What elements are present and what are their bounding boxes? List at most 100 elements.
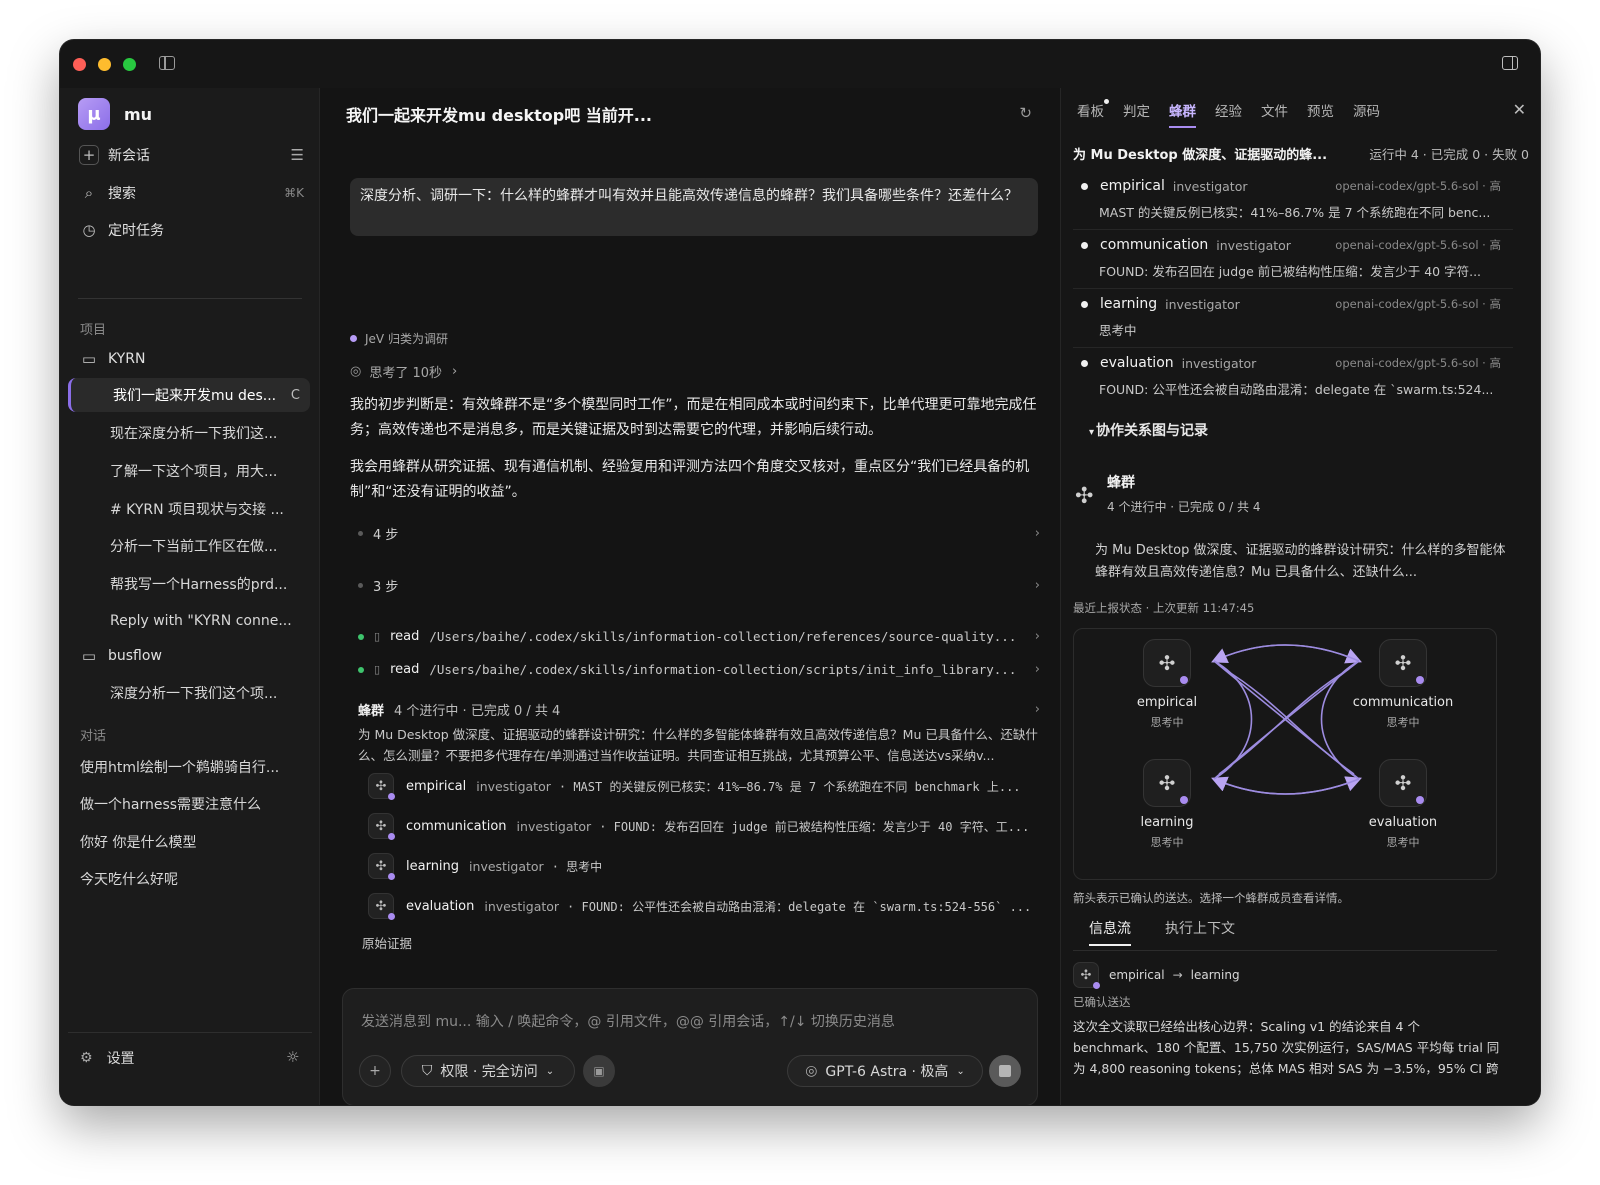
agent-message: · MAST 的关键反例已核实：41%–86.7% 是 7 个系统跑在不同 be… [558, 779, 1021, 794]
folder-icon: ▭ [81, 350, 97, 368]
theme-toggle-icon[interactable]: ☼ [286, 1048, 299, 1066]
node-name: evaluation [1368, 815, 1438, 830]
brain-icon: ◎ [805, 1063, 818, 1079]
brain-icon: ◎ [350, 364, 362, 379]
settings-button[interactable]: ⚙ 设置 [80, 1048, 135, 1068]
node-status: 思考中 [1150, 836, 1184, 849]
tab-verdict[interactable]: 判定 [1123, 100, 1150, 128]
tab-exec-context[interactable]: 执行上下文 [1165, 918, 1235, 946]
sidebar-toggle-icon[interactable] [159, 56, 175, 70]
graph-node-empirical[interactable]: ✣ empirical 思考中 [1112, 639, 1222, 730]
swarm-agent-row[interactable]: ✣ empirical investigator · MAST 的关键反例已核实… [368, 771, 1040, 801]
thread-item[interactable]: Reply with "KYRN conne... [110, 604, 310, 638]
tool-call-row[interactable]: ▯ read /Users/baihe/.codex/skills/inform… [358, 662, 1040, 677]
tab-board[interactable]: 看板 [1077, 99, 1109, 128]
graph-node-communication[interactable]: ✣ communication 思考中 [1348, 639, 1458, 730]
notification-dot [1104, 99, 1109, 104]
bee-icon: ✣ [368, 893, 395, 920]
message-input[interactable]: 发送消息到 mu... 输入 / 唤起命令，@ 引用文件，@@ 引用会话，↑/↓… [361, 1011, 895, 1031]
step-group[interactable]: 3 步 › [358, 576, 1040, 595]
chat-item[interactable]: 你好 你是什么模型 [80, 832, 310, 852]
tool-name: read [390, 662, 420, 677]
tab-swarm[interactable]: 蜂群 [1169, 100, 1196, 128]
new-chat-button[interactable]: + 新会话 ☰ [78, 140, 304, 170]
zoom-window-button[interactable] [123, 57, 136, 71]
plus-icon: + [78, 144, 100, 166]
agent-name: learning [406, 858, 460, 874]
tab-preview[interactable]: 预览 [1307, 100, 1334, 128]
stop-button[interactable] [989, 1055, 1021, 1087]
tab-experience[interactable]: 经验 [1215, 100, 1242, 128]
add-attachment-button[interactable]: + [359, 1055, 391, 1087]
tab-files[interactable]: 文件 [1261, 100, 1288, 128]
right-panel-toggle-icon[interactable] [1502, 56, 1518, 70]
project-kyrn[interactable]: ▭ KYRN [78, 344, 304, 374]
agent-card[interactable]: evaluation investigator openai-codex/gpt-5… [1073, 349, 1513, 407]
node-name: learning [1140, 815, 1194, 830]
minimize-window-button[interactable] [98, 57, 111, 71]
agent-card[interactable]: learning investigator openai-codex/gpt-5.6… [1073, 290, 1513, 348]
search-button[interactable]: ⌕ 搜索 ⌘K [78, 178, 304, 208]
swarm-label: 蜂群 [358, 704, 385, 719]
file-icon: ▯ [374, 630, 381, 643]
message-composer[interactable]: 发送消息到 mu... 输入 / 唤起命令，@ 引用文件，@@ 引用会话，↑/↓… [342, 988, 1038, 1105]
tab-info-flow[interactable]: 信息流 [1089, 918, 1131, 946]
close-icon[interactable]: ✕ [1513, 100, 1526, 119]
chat-item[interactable]: 今天吃什么好呢 [80, 869, 310, 889]
thread-title: Reply with "KYRN conne... [110, 613, 292, 629]
model-dropdown[interactable]: ◎ GPT-6 Astra · 极高 ⌄ [787, 1055, 983, 1087]
tool-name: read [390, 629, 420, 644]
refresh-icon[interactable]: ↻ [1019, 104, 1032, 122]
tool-call-row[interactable]: ▯ read /Users/baihe/.codex/skills/inform… [358, 629, 1040, 644]
thread-item[interactable]: 现在深度分析一下我们这... [110, 416, 310, 450]
chat-item[interactable]: 做一个harness需要注意什么 [80, 794, 310, 814]
agent-message: · 思考中 [551, 859, 603, 874]
swarm-summary-header[interactable]: 蜂群 4 个进行中 · 已完成 0 / 共 4 › [358, 700, 1040, 719]
file-icon[interactable]: ▣ [583, 1055, 615, 1087]
permission-dropdown[interactable]: ⛉ 权限 · 完全访问 ⌄ [401, 1055, 575, 1087]
user-message: 深度分析、调研一下：什么样的蜂群才叫有效并且能高效传递信息的蜂群？我们具备哪些条… [350, 178, 1038, 236]
tab-source[interactable]: 源码 [1353, 100, 1380, 128]
list-icon[interactable]: ☰ [291, 146, 304, 164]
thread-item[interactable]: # KYRN 项目现状与交接 ... [110, 492, 310, 526]
graph-node-evaluation[interactable]: ✣ evaluation 思考中 [1348, 759, 1458, 850]
conversation-pane: 我们一起来开发mu desktop吧 当前开... ↻ 深度分析、调研一下：什么… [320, 88, 1060, 1105]
chevron-down-icon: ⌄ [956, 1065, 965, 1077]
agent-card[interactable]: empirical investigator openai-codex/gpt-5.… [1073, 172, 1513, 230]
agent-card[interactable]: communication investigator openai-codex/gp… [1073, 231, 1513, 289]
thread-item[interactable]: 分析一下当前工作区在做... [110, 529, 310, 563]
thought-toggle[interactable]: ◎ 思考了 10秒 › [350, 362, 457, 381]
bee-icon: ✣ [368, 773, 395, 800]
thread-title: 了解一下这个项目，用大... [110, 464, 278, 480]
agent-role: investigator [1181, 355, 1257, 371]
search-shortcut: ⌘K [284, 186, 304, 200]
thread-item[interactable]: 帮我写一个Harness的prd... [110, 567, 310, 601]
flow-tabs: 信息流 执行上下文 [1089, 918, 1269, 946]
flow-entry[interactable]: ✣ empirical → learning [1073, 962, 1240, 989]
chevron-right-icon: › [1034, 526, 1040, 541]
new-chat-label: 新会话 [108, 148, 150, 164]
swarm-agent-row[interactable]: ✣ learning investigator · 思考中 [368, 851, 1040, 881]
swarm-agent-row[interactable]: ✣ communication investigator · FOUND: 发布… [368, 811, 1040, 841]
project-busflow[interactable]: ▭ busflow [78, 641, 304, 671]
flow-to: learning [1190, 968, 1240, 982]
thread-item[interactable]: 深度分析一下我们这个项... [110, 676, 310, 710]
agent-role: investigator [484, 898, 560, 914]
divider [78, 298, 302, 299]
projects-label: 项目 [80, 323, 107, 338]
raw-evidence-link[interactable]: 原始证据 [362, 933, 412, 952]
agent-message: MAST 的关键反例已核实：41%–86.7% 是 7 个系统跑在不同 benc… [1099, 205, 1491, 220]
scheduled-tasks-button[interactable]: ◷ 定时任务 [78, 215, 304, 245]
graph-node-learning[interactable]: ✣ learning 思考中 [1112, 759, 1222, 850]
thread-item[interactable]: 了解一下这个项目，用大... [110, 454, 310, 488]
swarm-agent-row[interactable]: ✣ evaluation investigator · FOUND: 公平性还会… [368, 891, 1040, 921]
tab-label: 看板 [1077, 104, 1104, 120]
chat-item[interactable]: 使用html绘制一个鹈鹕骑自行... [80, 757, 310, 777]
step-group[interactable]: 4 步 › [358, 524, 1040, 543]
close-window-button[interactable] [73, 57, 86, 71]
graph-note: 箭头表示已确认的送达。选择一个蜂群成员查看详情。 [1073, 891, 1349, 905]
divider [1073, 950, 1497, 951]
thread-item[interactable]: 我们一起来开发mu des... C [68, 378, 310, 412]
assistant-paragraph: 我会用蜂群从研究证据、现有通信机制、经验复用和评测方法四个角度交叉核对，重点区分… [350, 459, 1030, 500]
collab-section-toggle[interactable]: ▾ 协作关系图与记录 [1089, 420, 1208, 440]
